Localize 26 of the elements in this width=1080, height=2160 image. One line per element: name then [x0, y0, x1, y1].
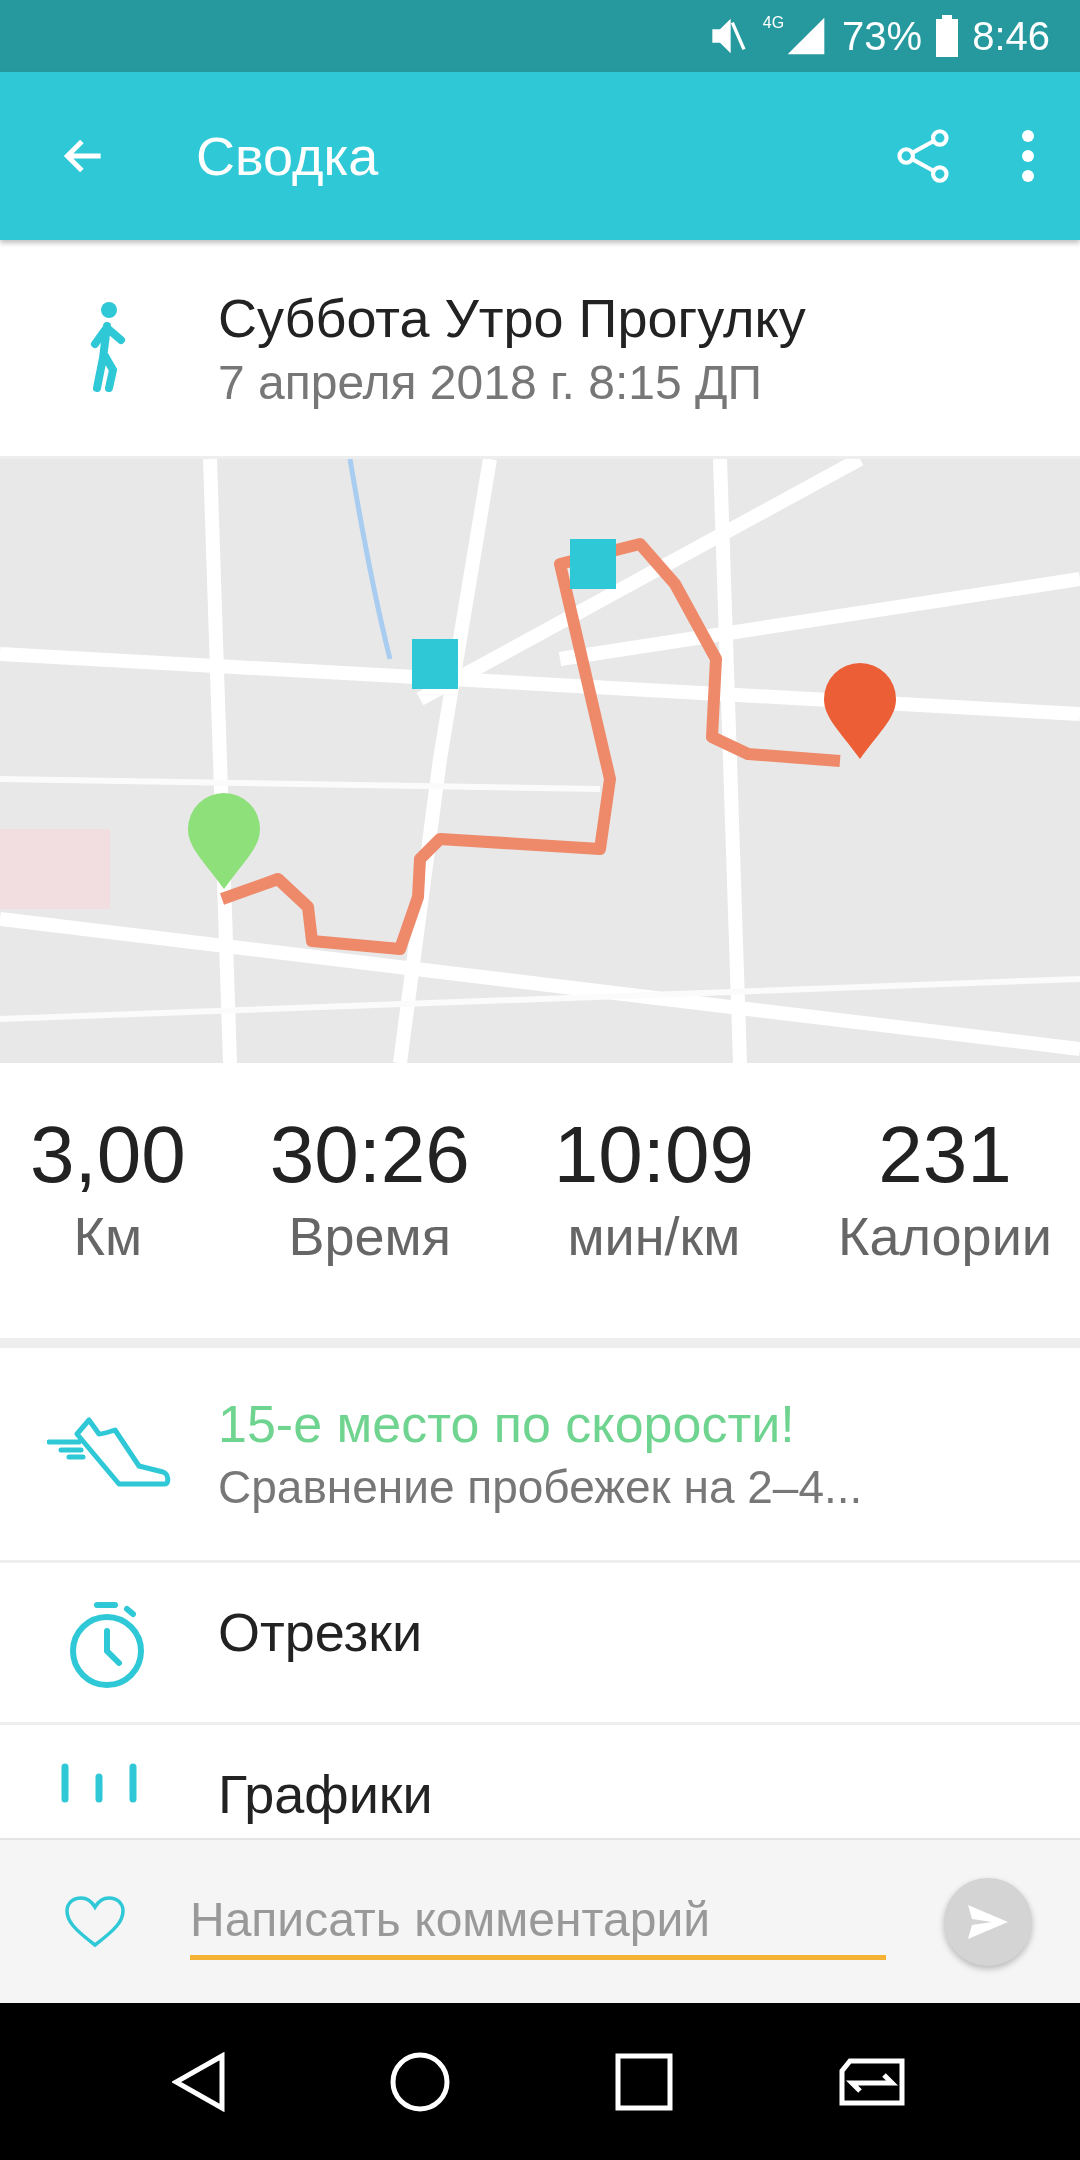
more-icon[interactable]	[1021, 129, 1035, 183]
stat-label: Калории	[837, 1205, 1052, 1267]
stat-value: 231	[878, 1115, 1012, 1195]
send-button[interactable]	[944, 1877, 1032, 1966]
home-nav-button[interactable]	[389, 2050, 452, 2113]
heart-icon[interactable]	[64, 1894, 126, 1949]
back-nav-button[interactable]	[171, 2051, 226, 2112]
battery-percent: 73%	[842, 13, 923, 59]
network-label: 4G	[762, 14, 785, 32]
activity-title: Суббота Утро Прогулку	[218, 286, 806, 349]
achievement-subtitle: Сравнение пробежек на 2–4...	[218, 1460, 863, 1514]
stat-label: мин/км	[567, 1205, 741, 1267]
battery-icon	[936, 15, 959, 57]
send-icon[interactable]	[968, 1904, 1008, 1939]
stat-value: 10:09	[553, 1115, 754, 1195]
clock-time: 8:46	[972, 13, 1050, 59]
section-label[interactable]: Отрезки	[218, 1601, 423, 1663]
screen-title: Сводка	[196, 125, 380, 187]
stat-label: Время	[288, 1205, 451, 1267]
recents-nav-button[interactable]	[614, 2052, 673, 2111]
stat-value: 30:26	[269, 1115, 470, 1195]
stat-value: 3,00	[30, 1115, 186, 1195]
section-label[interactable]: Графики	[218, 1763, 433, 1825]
stat-label: Км	[73, 1205, 143, 1267]
activity-date: 7 апреля 2018 г. 8:15 ДП	[218, 354, 764, 410]
achievement-title: 15-е место по скорости!	[218, 1394, 796, 1454]
